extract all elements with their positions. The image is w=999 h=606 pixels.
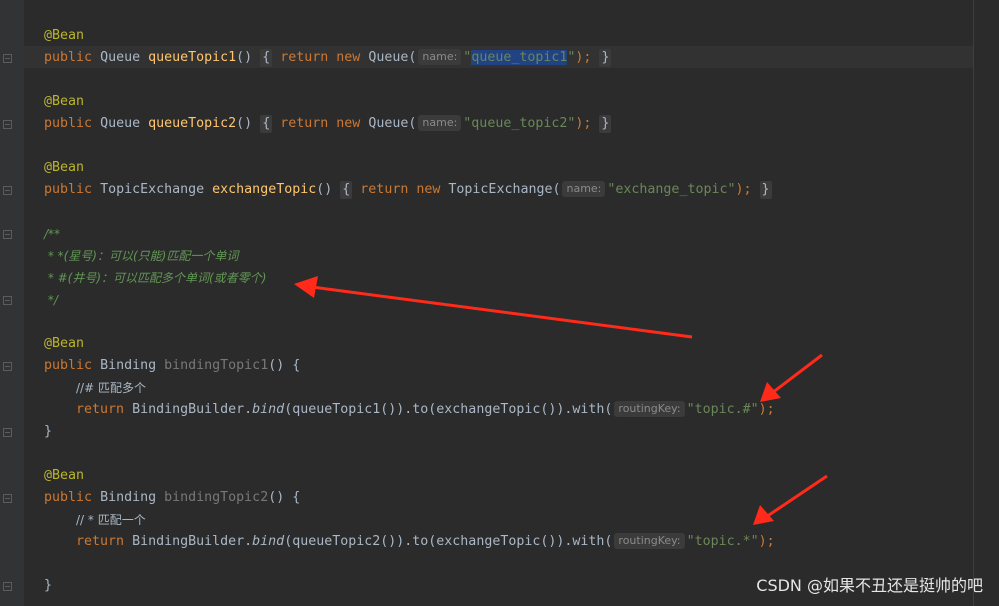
arrow-icon [294, 276, 693, 339]
watermark: CSDN @如果不丑还是挺帅的吧 [756, 576, 983, 595]
annotation-arrows [294, 276, 828, 525]
arrow-icon [760, 353, 823, 402]
arrow-icon [753, 474, 828, 525]
